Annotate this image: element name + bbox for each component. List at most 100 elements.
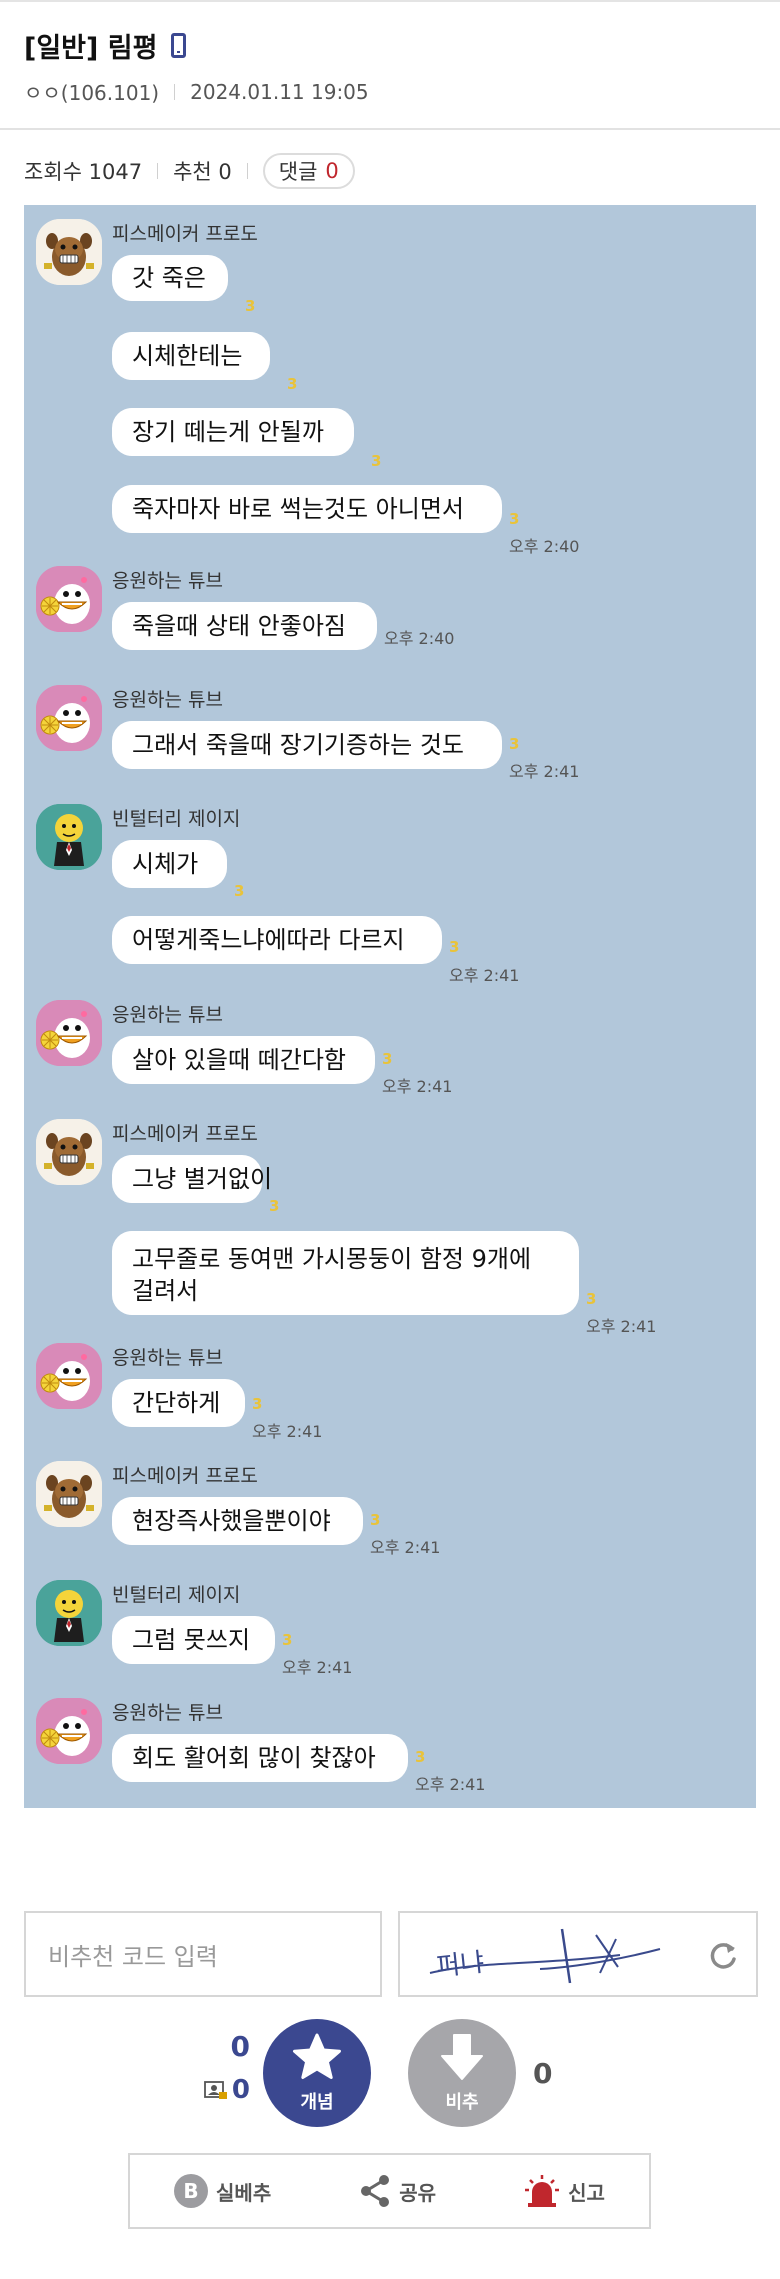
share-label: 공유 [399,2180,437,2205]
unread-count: 3 [382,1050,393,1068]
fixed-user-icon [204,2081,227,2099]
post-author[interactable]: ㅇㅇ(106.101) [24,77,159,106]
best-recommend-label: 실베추 [216,2180,272,2205]
chat-message-group: 응원하는 튜브회도 활어회 많이 찾잖아 3 오후 2:41 [24,1684,756,1808]
post-meta: ㅇㅇ(106.101) 2024.01.11 19:05 [24,77,369,106]
unread-count: 3 [252,1395,263,1413]
chat-timestamp: 오후 2:41 [415,1775,486,1794]
post-datetime: 2024.01.11 19:05 [190,79,369,104]
chat-bubble: 그래서 죽을때 장기기증하는 것도 [112,721,502,769]
report-button[interactable]: 신고 [524,2174,605,2208]
chat-bubble: 어떻게죽느냐에따라 다르지 [112,916,442,964]
unread-count: 3 [370,1511,381,1529]
chat-sender-name: 피스메이커 프로도 [112,1465,258,1487]
chat-sender-name: 피스메이커 프로도 [112,223,258,245]
stats-divider [246,163,248,179]
chat-bubble: 죽자마자 바로 썩는것도 아니면서 [112,485,502,533]
upvote-label: 개념 [300,2092,334,2113]
recommend-count: 추천 0 [173,160,232,184]
captcha-scribble: 퍼냐 [429,1928,661,1984]
profile-avatar-frodo [36,1119,102,1185]
profile-avatar-tube [36,1343,102,1409]
fixed-upvote-count: 0 [231,2075,250,2105]
post-header: [일반] 림평 ㅇㅇ(106.101) 2024.01.11 19:05 [0,0,780,130]
star-icon [293,2033,341,2079]
share-button[interactable]: 공유 [359,2174,436,2208]
comment-count-button[interactable]: 댓글 0 [262,153,355,189]
profile-avatar-jayg [36,1580,102,1646]
chat-timestamp: 오후 2:41 [282,1658,353,1677]
chat-timestamp: 오후 2:41 [382,1077,453,1096]
chat-timestamp: 오후 2:41 [449,966,520,985]
stats-divider [157,163,159,179]
downvote-count: 0 [533,2057,553,2090]
upvote-counts: 0 0 [195,2030,250,2105]
chat-sender-name: 빈털터리 제이지 [112,1584,241,1606]
chat-sender-name: 응원하는 튜브 [112,570,223,592]
downvote-label: 비추 [445,2092,479,2113]
unread-count: 3 [287,375,298,393]
unread-count: 3 [269,1197,280,1215]
report-label: 신고 [568,2180,605,2205]
chat-sender-name: 응원하는 튜브 [112,1004,223,1026]
upvote-button[interactable]: 개념 [263,2019,371,2127]
post-stats: 조회수 1047 추천 0 댓글 0 [24,151,355,191]
view-count: 조회수 1047 [24,160,143,184]
downvote-code-placeholder: 비추천 코드 입력 [48,1942,218,1971]
chat-bubble: 간단하게 [112,1379,245,1427]
upvote-count: 0 [230,2030,250,2063]
chat-bubble: 시체한테는 [112,332,270,380]
unread-count: 3 [234,882,245,900]
unread-count: 3 [282,1631,293,1649]
chat-bubble: 현장즉사했을뿐이야 [112,1497,363,1545]
chat-message-group: 피스메이커 프로도 그냥 별거없이 3 고무줄로 동여맨 가시몽둥이 함정 9개에 걸… [24,1105,756,1336]
chat-bubble: 갓 죽은 [112,255,228,301]
profile-avatar-tube [36,566,102,632]
chat-message-group: 피스메이커 프로도갓 죽은 3 시체한테는 3 장기 떼는게 안될까 3 죽자마자 바로 썩… [24,205,756,556]
chat-bubble: 살아 있을때 떼간다함 [112,1036,375,1084]
chat-sender-name: 응원하는 튜브 [112,1347,223,1369]
profile-avatar-tube [36,1698,102,1764]
chat-bubble: 장기 떼는게 안될까 [112,408,354,456]
fixed-upvote-count-row: 0 [195,2075,250,2105]
post-action-bar: B 실베추 공유 신고 [128,2153,651,2229]
best-b-icon: B [174,2174,209,2208]
comment-count: 0 [325,159,339,183]
unread-count: 3 [449,938,460,956]
meta-divider [174,83,176,100]
unread-count: 3 [586,1290,597,1308]
unread-count: 3 [415,1748,426,1766]
chat-bubble: 그럼 못쓰지 [112,1616,275,1664]
mobile-icon [171,33,187,58]
profile-avatar-tube [36,685,102,751]
best-recommend-button[interactable]: B 실베추 [174,2174,271,2208]
chat-sender-name: 응원하는 튜브 [112,1702,223,1724]
profile-avatar-frodo [36,1461,102,1527]
downvote-button[interactable]: 비추 [408,2019,516,2127]
chat-bubble: 그냥 별거없이 [112,1155,272,1203]
down-arrow-icon [441,2034,483,2080]
chat-timestamp: 오후 2:41 [370,1538,441,1557]
unread-count: 3 [245,297,256,315]
post-title: [일반] 림평 [24,33,158,64]
profile-avatar-frodo [36,219,102,285]
chat-bubble: 고무줄로 동여맨 가시몽둥이 함정 9개에 걸려서 [112,1231,579,1315]
share-icon [361,2175,390,2207]
unread-count: 3 [371,452,382,470]
downvote-code-input[interactable]: 비추천 코드 입력 [24,1911,382,1997]
refresh-captcha-icon[interactable] [706,1939,740,1973]
chat-bubble: 죽을때 상태 안좋아짐 [112,602,377,650]
chat-timestamp: 오후 2:41 [252,1422,323,1441]
unread-count: 3 [509,735,520,753]
chat-timestamp: 오후 2:40 [384,629,455,648]
profile-avatar-jayg [36,804,102,870]
chat-timestamp: 오후 2:41 [509,762,580,781]
captcha-image: 퍼냐 [398,1911,758,1997]
post-title-row: [일반] 림평 [24,26,187,65]
chat-bubble: 회도 활어회 많이 찾잖아 [112,1734,408,1782]
chat-bubble: 시체가 [112,840,227,888]
unread-count: 3 [509,510,520,528]
chat-sender-name: 빈털터리 제이지 [112,808,241,830]
chat-message-group: 빈털터리 제이지시체가 3 어떻게죽느냐에따라 다르지 3 오후 2:41 [24,790,756,985]
profile-avatar-tube [36,1000,102,1066]
